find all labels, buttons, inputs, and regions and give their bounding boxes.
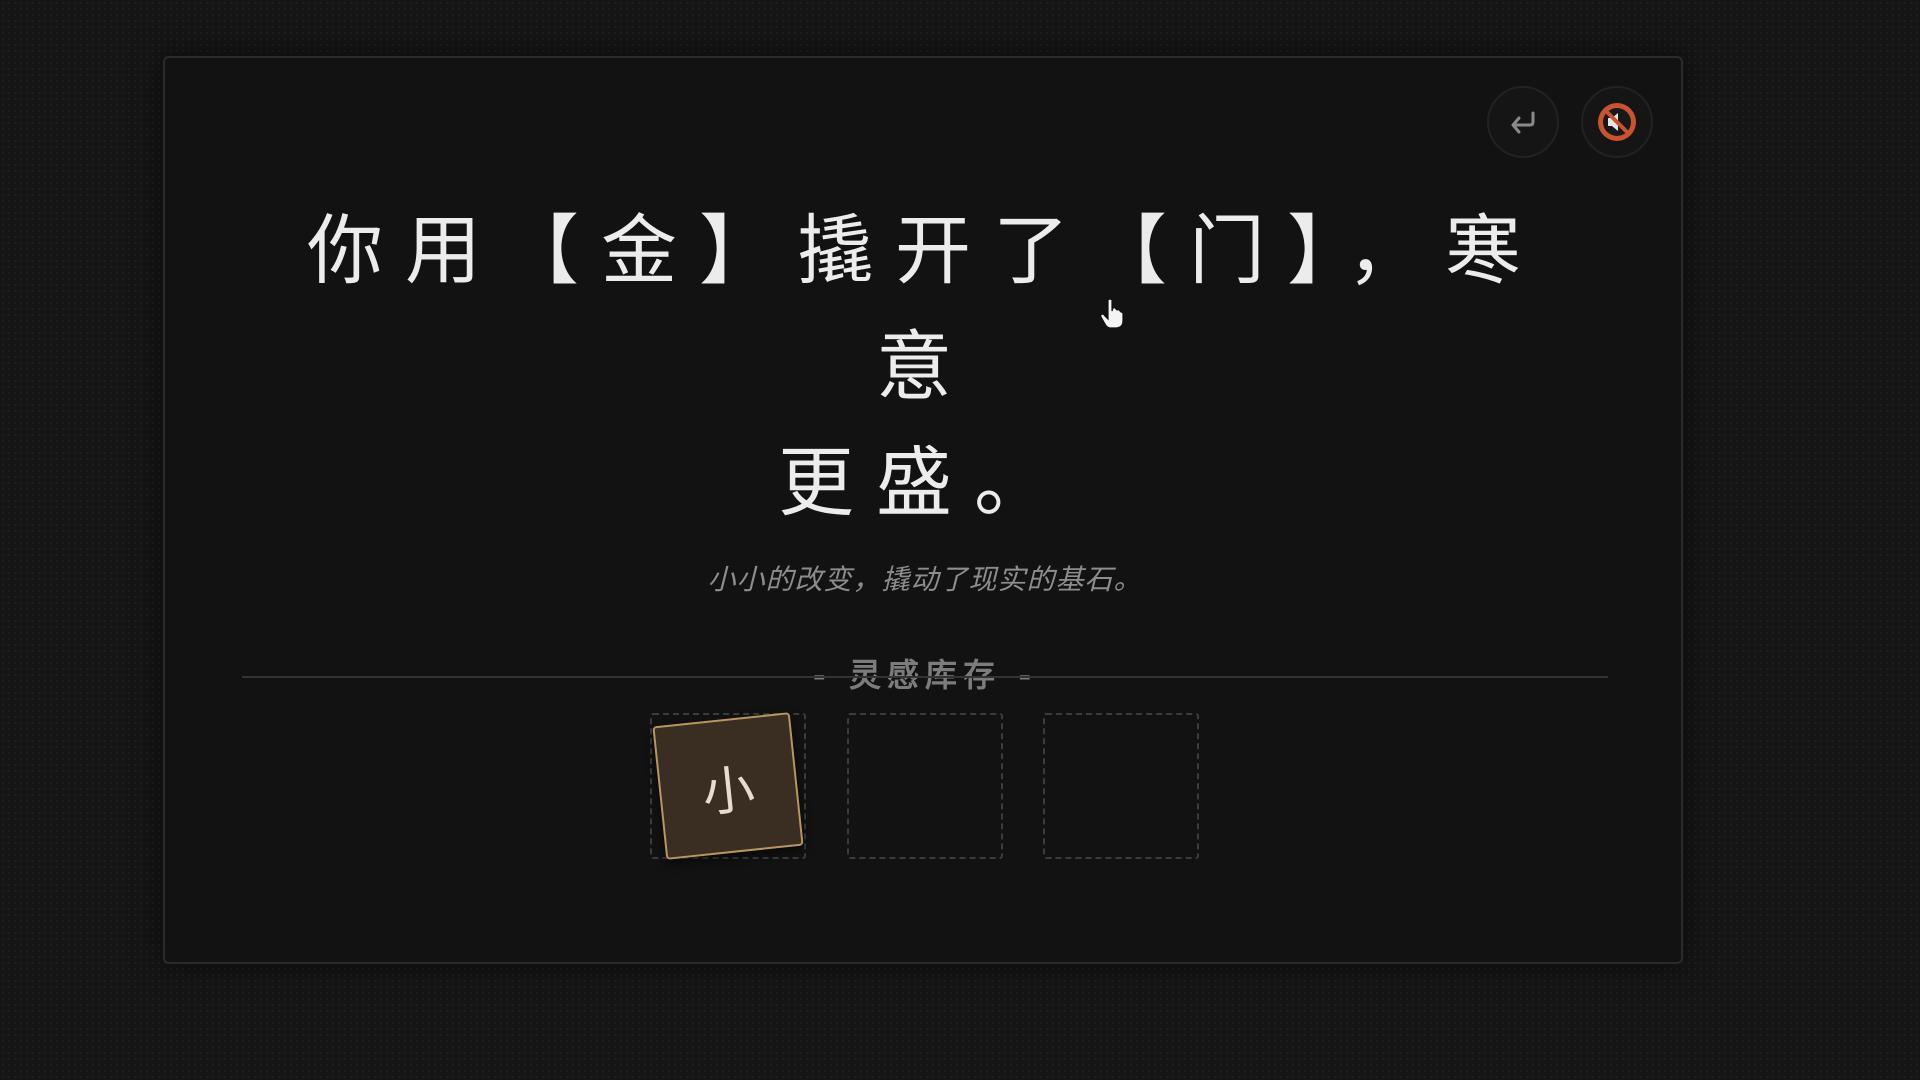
inventory-slot-2[interactable] [847, 713, 1003, 859]
speaker-muted-icon [1595, 100, 1639, 144]
narration-text: 你用【金】撬开了【门】，寒意 更盛。 [265, 193, 1585, 541]
inventory-slot-3[interactable] [1043, 713, 1199, 859]
game-stage: 你用【金】撬开了【门】，寒意 更盛。 小小的改变，撬动了现实的基石。 - 灵感库… [0, 0, 1920, 1080]
mute-button[interactable] [1581, 86, 1653, 158]
inventory-title: - 灵感库存 - [812, 656, 1038, 694]
narration-line-1: 你用【金】撬开了【门】，寒意 [307, 206, 1543, 411]
inventory-divider [242, 676, 1608, 678]
flavor-text: 小小的改变，撬动了现实的基石。 [707, 563, 1143, 596]
narration-line-2: 更盛。 [778, 438, 1072, 527]
inventory-slot-1[interactable]: 小 [650, 712, 806, 860]
story-panel: 你用【金】撬开了【门】，寒意 更盛。 小小的改变，撬动了现实的基石。 - 灵感库… [163, 56, 1683, 964]
hand-cursor-icon [1100, 298, 1124, 329]
return-arrow-icon [1506, 109, 1540, 135]
back-button[interactable] [1487, 86, 1559, 158]
character-tile[interactable]: 小 [652, 712, 804, 860]
